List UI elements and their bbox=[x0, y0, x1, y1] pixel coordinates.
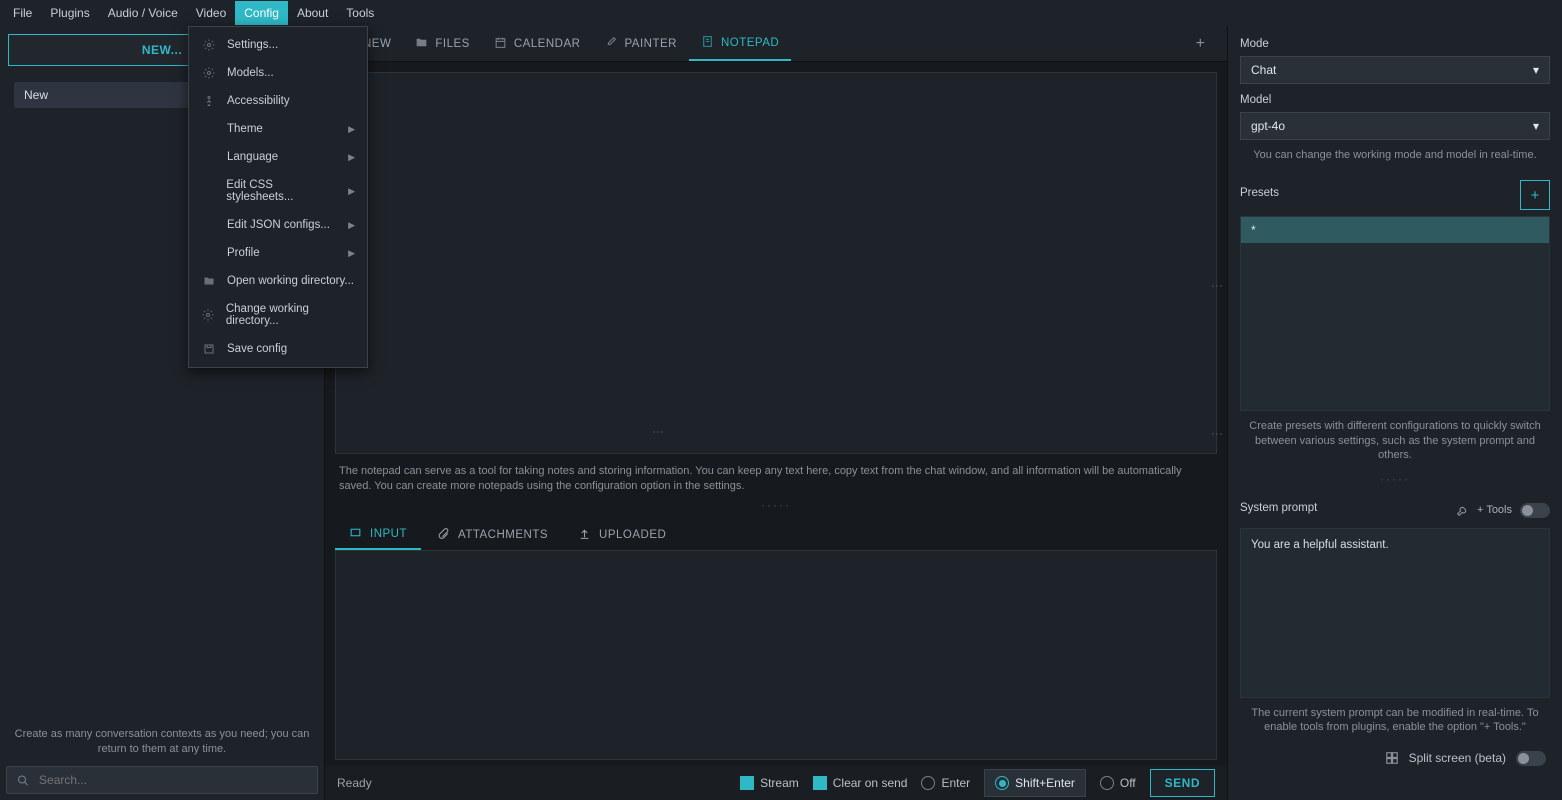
model-label: Model bbox=[1240, 94, 1550, 106]
input-tab-input[interactable]: INPUT bbox=[335, 518, 421, 550]
drag-handle-icon[interactable]: ⋮ bbox=[651, 426, 665, 440]
main-tabs: NEWFILESCALENDARPAINTERNOTEPAD+ bbox=[325, 26, 1227, 62]
menu-item-settings[interactable]: Settings... bbox=[189, 31, 367, 59]
submenu-arrow-icon: ▶ bbox=[348, 152, 355, 163]
menu-plugins[interactable]: Plugins bbox=[41, 1, 98, 25]
submenu-arrow-icon: ▶ bbox=[348, 186, 355, 197]
menu-item-accessibility[interactable]: Accessibility bbox=[189, 87, 367, 115]
input-tab-attachments[interactable]: ATTACHMENTS bbox=[423, 518, 562, 550]
tab-files[interactable]: FILES bbox=[403, 26, 481, 61]
preset-item[interactable]: * bbox=[1241, 217, 1549, 243]
menu-file[interactable]: File bbox=[4, 1, 41, 25]
send-button[interactable]: SEND bbox=[1150, 769, 1215, 797]
menu-item-theme[interactable]: Theme▶ bbox=[189, 115, 367, 143]
input-textarea[interactable] bbox=[335, 550, 1217, 760]
add-preset-button[interactable]: + bbox=[1520, 180, 1550, 210]
tab-calendar[interactable]: CALENDAR bbox=[482, 26, 593, 61]
tab-icon bbox=[349, 526, 362, 542]
menu-item-changeworkingdirectory[interactable]: Change working directory... bbox=[189, 295, 367, 335]
menu-video[interactable]: Video bbox=[187, 1, 235, 25]
folder-icon bbox=[201, 275, 217, 287]
config-dropdown: Settings...Models...AccessibilityTheme▶L… bbox=[188, 26, 368, 368]
gear-icon bbox=[201, 309, 216, 321]
search-box[interactable] bbox=[6, 766, 318, 794]
menu-item-models[interactable]: Models... bbox=[189, 59, 367, 87]
wrench-icon bbox=[1456, 504, 1469, 517]
menu-config[interactable]: Config bbox=[235, 1, 288, 25]
chevron-down-icon: ▾ bbox=[1533, 63, 1539, 77]
drag-handle-icon[interactable]: ⋮ bbox=[1210, 428, 1224, 442]
shift-enter-radio[interactable]: Shift+Enter bbox=[984, 769, 1086, 797]
gear-icon bbox=[201, 39, 217, 51]
system-prompt-hint: The current system prompt can be modifie… bbox=[1240, 698, 1550, 743]
status-bar: Ready Stream Clear on send Enter Shift+E… bbox=[325, 766, 1227, 800]
split-screen-toggle[interactable] bbox=[1516, 751, 1546, 766]
mode-hint: You can change the working mode and mode… bbox=[1240, 140, 1550, 170]
status-text: Ready bbox=[337, 776, 740, 790]
tools-label: + Tools bbox=[1477, 504, 1512, 516]
menu-item-saveconfig[interactable]: Save config bbox=[189, 335, 367, 363]
input-tab-uploaded[interactable]: UPLOADED bbox=[564, 518, 680, 550]
off-radio[interactable]: Off bbox=[1100, 776, 1136, 790]
note-icon bbox=[701, 35, 714, 51]
menu-audiovoice[interactable]: Audio / Voice bbox=[99, 1, 187, 25]
menu-item-openworkingdirectory[interactable]: Open working directory... bbox=[189, 267, 367, 295]
submenu-arrow-icon: ▶ bbox=[348, 220, 355, 231]
presets-list: * bbox=[1240, 216, 1550, 411]
presets-hint: Create presets with different configurat… bbox=[1240, 411, 1550, 470]
notepad-hint: The notepad can serve as a tool for taki… bbox=[325, 458, 1227, 496]
menu-item-editjsonconfigs[interactable]: Edit JSON configs...▶ bbox=[189, 211, 367, 239]
presets-label: Presets bbox=[1240, 187, 1279, 199]
right-panel: Mode Chat▾ Model gpt-4o▾ You can change … bbox=[1227, 26, 1562, 800]
mode-label: Mode bbox=[1240, 38, 1550, 50]
drag-handle-icon[interactable]: ⋮ bbox=[1210, 280, 1224, 294]
submenu-arrow-icon: ▶ bbox=[348, 248, 355, 259]
add-tab-button[interactable]: + bbox=[1180, 35, 1221, 53]
folder-icon bbox=[415, 36, 428, 52]
resize-handle-icon[interactable]: ····· bbox=[1240, 470, 1550, 488]
menu-item-editcssstylesheets[interactable]: Edit CSS stylesheets...▶ bbox=[189, 171, 367, 211]
sidebar-hint: Create as many conversation contexts as … bbox=[6, 721, 318, 766]
tab-notepad[interactable]: NOTEPAD bbox=[689, 26, 791, 61]
system-prompt-textarea[interactable]: You are a helpful assistant. bbox=[1240, 528, 1550, 698]
enter-radio[interactable]: Enter bbox=[921, 776, 970, 790]
notepad-textarea[interactable] bbox=[335, 72, 1217, 454]
grid-icon bbox=[1385, 751, 1399, 765]
tab-icon bbox=[437, 527, 450, 543]
menu-item-language[interactable]: Language▶ bbox=[189, 143, 367, 171]
search-input[interactable] bbox=[39, 773, 307, 787]
submenu-arrow-icon: ▶ bbox=[348, 124, 355, 135]
stream-checkbox[interactable]: Stream bbox=[740, 776, 799, 790]
brush-icon bbox=[604, 36, 617, 52]
model-select[interactable]: gpt-4o▾ bbox=[1240, 112, 1550, 140]
clear-on-send-checkbox[interactable]: Clear on send bbox=[813, 776, 908, 790]
system-prompt-label: System prompt bbox=[1240, 502, 1317, 514]
chevron-down-icon: ▾ bbox=[1533, 119, 1539, 133]
menubar: FilePluginsAudio / VoiceVideoConfigAbout… bbox=[0, 0, 1562, 26]
person-icon bbox=[201, 95, 217, 107]
tab-icon bbox=[578, 527, 591, 543]
menu-item-profile[interactable]: Profile▶ bbox=[189, 239, 367, 267]
menu-tools[interactable]: Tools bbox=[337, 1, 383, 25]
menu-about[interactable]: About bbox=[288, 1, 337, 25]
resize-handle-icon[interactable]: ····· bbox=[325, 496, 1227, 514]
input-tabs: INPUTATTACHMENTSUPLOADED bbox=[325, 518, 1227, 550]
tab-painter[interactable]: PAINTER bbox=[592, 26, 689, 61]
mode-select[interactable]: Chat▾ bbox=[1240, 56, 1550, 84]
save-icon bbox=[201, 343, 217, 355]
gear-icon bbox=[201, 67, 217, 79]
search-icon bbox=[17, 774, 29, 787]
calendar-icon bbox=[494, 36, 507, 52]
split-screen-label: Split screen (beta) bbox=[1409, 751, 1506, 765]
tools-toggle[interactable] bbox=[1520, 503, 1550, 518]
center-panel: NEWFILESCALENDARPAINTERNOTEPAD+ ⋮ The no… bbox=[325, 26, 1227, 800]
